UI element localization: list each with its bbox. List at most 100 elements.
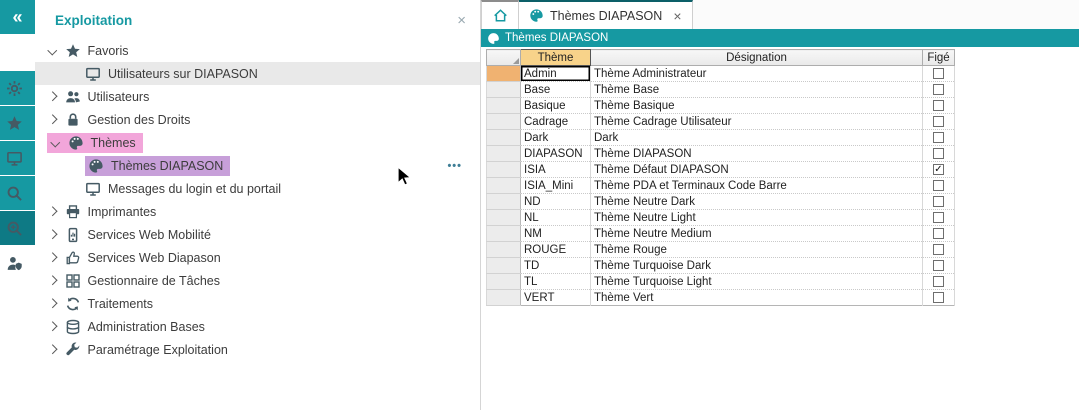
checkbox-unchecked[interactable] bbox=[933, 180, 944, 191]
checkbox-unchecked[interactable] bbox=[933, 132, 944, 143]
checkbox-unchecked[interactable] bbox=[933, 244, 944, 255]
table-row-nm[interactable]: NMThème Neutre Medium bbox=[487, 226, 955, 242]
sidebar-item-utilisateurs-sur-diapason[interactable]: Utilisateurs sur DIAPASON bbox=[35, 62, 480, 85]
chevron-right-icon[interactable] bbox=[48, 115, 57, 124]
column-header-fige[interactable]: Figé bbox=[923, 50, 955, 66]
chevron-right-icon[interactable] bbox=[48, 230, 57, 239]
row-selector[interactable] bbox=[487, 226, 521, 242]
cell-designation[interactable]: Thème Turquoise Dark bbox=[591, 258, 923, 274]
cell-designation[interactable]: Thème Turquoise Light bbox=[591, 274, 923, 290]
checkbox-unchecked[interactable] bbox=[933, 68, 944, 79]
chevron-right-icon[interactable] bbox=[48, 276, 57, 285]
chevron-down-icon[interactable] bbox=[51, 138, 60, 147]
cell-designation[interactable]: Thème Vert bbox=[591, 290, 923, 306]
iconbar-item-collapse[interactable]: « bbox=[0, 0, 35, 34]
iconbar-item-monitor[interactable] bbox=[0, 141, 35, 175]
cell-designation[interactable]: Thème DIAPASON bbox=[591, 146, 923, 162]
cell-theme[interactable]: Cadrage bbox=[521, 114, 591, 130]
checkbox-unchecked[interactable] bbox=[933, 100, 944, 111]
cell-designation[interactable]: Thème Administrateur bbox=[591, 66, 923, 82]
table-row-diapason[interactable]: DIAPASONThème DIAPASON bbox=[487, 146, 955, 162]
row-selector[interactable] bbox=[487, 178, 521, 194]
sidebar-item-imprimantes[interactable]: Imprimantes bbox=[35, 200, 480, 223]
table-row-cadrage[interactable]: CadrageThème Cadrage Utilisateur bbox=[487, 114, 955, 130]
chevron-right-icon[interactable] bbox=[48, 322, 57, 331]
row-selector[interactable] bbox=[487, 130, 521, 146]
table-row-vert[interactable]: VERTThème Vert bbox=[487, 290, 955, 306]
cell-theme[interactable]: TL bbox=[521, 274, 591, 290]
cell-designation[interactable]: Thème Cadrage Utilisateur bbox=[591, 114, 923, 130]
column-header-selector[interactable] bbox=[487, 50, 521, 66]
chevron-right-icon[interactable] bbox=[48, 92, 57, 101]
tab-close-icon[interactable]: × bbox=[673, 9, 681, 23]
tab-home[interactable] bbox=[481, 0, 519, 29]
sidebar-item-themes[interactable]: Thèmes bbox=[35, 131, 480, 154]
table-row-nd[interactable]: NDThème Neutre Dark bbox=[487, 194, 955, 210]
cell-designation[interactable]: Thème Base bbox=[591, 82, 923, 98]
sidebar-item-themes-diapason[interactable]: Thèmes DIAPASON••• bbox=[35, 154, 480, 177]
sidebar-item-gestion-des-droits[interactable]: Gestion des Droits bbox=[35, 108, 480, 131]
sidebar-item-utilisateurs[interactable]: Utilisateurs bbox=[35, 85, 480, 108]
tab-themes-diapason[interactable]: Thèmes DIAPASON × bbox=[519, 0, 693, 29]
column-header-designation[interactable]: Désignation bbox=[591, 50, 923, 66]
iconbar-item-search-plus[interactable] bbox=[0, 211, 35, 245]
table-row-rouge[interactable]: ROUGEThème Rouge bbox=[487, 242, 955, 258]
iconbar-item-search[interactable] bbox=[0, 176, 35, 210]
table-row-dark[interactable]: DarkDark bbox=[487, 130, 955, 146]
row-selector[interactable] bbox=[487, 290, 521, 306]
chevron-right-icon[interactable] bbox=[48, 345, 57, 354]
chevron-right-icon[interactable] bbox=[48, 207, 57, 216]
sidebar-close-icon[interactable]: × bbox=[457, 13, 466, 28]
cell-theme[interactable]: Dark bbox=[521, 130, 591, 146]
cell-theme[interactable]: ISIA_Mini bbox=[521, 178, 591, 194]
cell-theme[interactable]: DIAPASON bbox=[521, 146, 591, 162]
row-selector[interactable] bbox=[487, 210, 521, 226]
table-row-nl[interactable]: NLThème Neutre Light bbox=[487, 210, 955, 226]
chevron-down-icon[interactable] bbox=[48, 46, 57, 55]
sidebar-item-gestionnaire-de-taches[interactable]: Gestionnaire de Tâches bbox=[35, 269, 480, 292]
cell-designation[interactable]: Thème Neutre Medium bbox=[591, 226, 923, 242]
cell-designation[interactable]: Thème Basique bbox=[591, 98, 923, 114]
cell-theme[interactable]: Admin bbox=[521, 66, 591, 82]
checkbox-unchecked[interactable] bbox=[933, 84, 944, 95]
row-menu-button[interactable]: ••• bbox=[447, 160, 462, 172]
cell-theme[interactable]: ND bbox=[521, 194, 591, 210]
sidebar-item-messages-du-login-et-du-portail[interactable]: Messages du login et du portail bbox=[35, 177, 480, 200]
table-row-basique[interactable]: BasiqueThème Basique bbox=[487, 98, 955, 114]
column-header-theme[interactable]: Thème bbox=[521, 50, 591, 66]
row-selector[interactable] bbox=[487, 242, 521, 258]
row-selector[interactable] bbox=[487, 98, 521, 114]
checkbox-unchecked[interactable] bbox=[933, 276, 944, 287]
sidebar-item-favoris[interactable]: Favoris bbox=[35, 39, 480, 62]
row-selector[interactable] bbox=[487, 194, 521, 210]
sidebar-item-traitements[interactable]: Traitements bbox=[35, 292, 480, 315]
table-row-isia-mini[interactable]: ISIA_MiniThème PDA et Terminaux Code Bar… bbox=[487, 178, 955, 194]
row-selector[interactable] bbox=[487, 258, 521, 274]
cell-theme[interactable]: VERT bbox=[521, 290, 591, 306]
table-row-base[interactable]: BaseThème Base bbox=[487, 82, 955, 98]
table-row-admin[interactable]: AdminThème Administrateur bbox=[487, 66, 955, 82]
checkbox-unchecked[interactable] bbox=[933, 116, 944, 127]
sidebar-item-parametrage-exploitation[interactable]: Paramétrage Exploitation bbox=[35, 338, 480, 361]
row-selector[interactable] bbox=[487, 114, 521, 130]
checkbox-checked[interactable]: ✓ bbox=[933, 164, 944, 175]
chevron-right-icon[interactable] bbox=[48, 299, 57, 308]
checkbox-unchecked[interactable] bbox=[933, 148, 944, 159]
table-row-isia[interactable]: ISIAThème Défaut DIAPASON✓ bbox=[487, 162, 955, 178]
cell-theme[interactable]: Basique bbox=[521, 98, 591, 114]
sidebar-item-services-web-diapason[interactable]: Services Web Diapason bbox=[35, 246, 480, 269]
row-selector[interactable] bbox=[487, 146, 521, 162]
sidebar-item-services-web-mobilite[interactable]: Services Web Mobilité bbox=[35, 223, 480, 246]
cell-designation[interactable]: Thème Neutre Dark bbox=[591, 194, 923, 210]
cell-designation[interactable]: Thème Défaut DIAPASON bbox=[591, 162, 923, 178]
cell-designation[interactable]: Thème Neutre Light bbox=[591, 210, 923, 226]
cell-theme[interactable]: NL bbox=[521, 210, 591, 226]
cell-theme[interactable]: NM bbox=[521, 226, 591, 242]
checkbox-unchecked[interactable] bbox=[933, 212, 944, 223]
row-selector[interactable] bbox=[487, 274, 521, 290]
iconbar-item-star[interactable] bbox=[0, 106, 35, 140]
row-selector[interactable] bbox=[487, 82, 521, 98]
table-row-td[interactable]: TDThème Turquoise Dark bbox=[487, 258, 955, 274]
cell-designation[interactable]: Dark bbox=[591, 130, 923, 146]
cell-designation[interactable]: Thème PDA et Terminaux Code Barre bbox=[591, 178, 923, 194]
